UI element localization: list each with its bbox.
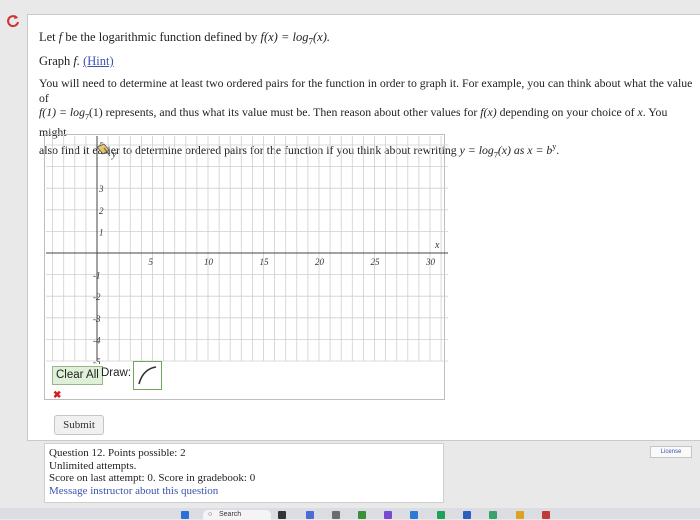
reload-icon[interactable] — [6, 14, 20, 28]
tick-label: -2 — [93, 292, 101, 302]
tick-label: 2 — [99, 206, 104, 216]
math-text: f(x) = log — [260, 30, 309, 44]
hint-link[interactable]: (Hint) — [83, 54, 114, 68]
tick-label: 5 — [149, 257, 154, 267]
tick-label: -4 — [93, 335, 101, 345]
draw-label: Draw: — [101, 367, 132, 379]
app-icon[interactable] — [358, 511, 366, 519]
text: (1) represents, and thus what its value … — [88, 105, 481, 120]
text: f. — [73, 54, 80, 68]
submit-button[interactable]: Submit — [54, 415, 104, 435]
tick-label: -1 — [93, 271, 101, 281]
app-icon[interactable] — [437, 511, 445, 519]
text: . — [556, 142, 560, 157]
math-text: f(x) — [480, 105, 497, 120]
app-icon[interactable] — [516, 511, 524, 519]
math-text: (x). — [313, 30, 331, 44]
problem-statement: Let f be the logarithmic function define… — [39, 30, 330, 47]
grid-lines — [46, 136, 448, 362]
clear-all-button[interactable]: Clear All — [52, 366, 103, 385]
y-axis-label: y — [111, 149, 117, 160]
question-info-box: Question 12. Points possible: 2 Unlimite… — [44, 443, 444, 503]
license-button[interactable]: License — [650, 446, 692, 458]
x-axis-label: x — [434, 240, 440, 251]
app-icon[interactable] — [384, 511, 392, 519]
windows-start-icon[interactable] — [181, 511, 189, 519]
app-icon[interactable] — [463, 511, 471, 519]
text: be the logarithmic function defined by — [62, 30, 261, 44]
curve-tool-icon — [138, 366, 157, 385]
tick-label: 1 — [99, 227, 104, 237]
tick-label: 30 — [425, 257, 436, 267]
tick-label: 15 — [260, 257, 270, 267]
graph-instruction: Graph f. (Hint) — [39, 54, 114, 69]
taskbar — [0, 508, 700, 519]
message-instructor-link[interactable]: Message instructor about this question — [49, 485, 218, 497]
app-icon[interactable] — [306, 511, 314, 519]
app-icon[interactable] — [278, 511, 286, 519]
math-text: f(1) = log — [39, 105, 85, 120]
tick-label: 25 — [371, 257, 381, 267]
attempts-text: Unlimited attempts. — [49, 459, 137, 472]
draw-tool-button[interactable] — [133, 361, 162, 390]
tick-label: 20 — [315, 257, 325, 267]
tick-label: -5 — [93, 357, 101, 364]
tick-label: -3 — [93, 314, 101, 324]
text: Let — [39, 30, 59, 44]
score-text: Score on last attempt: 0. Score in grade… — [49, 472, 256, 484]
math-text: y = log — [459, 142, 494, 157]
text: Graph — [39, 54, 74, 68]
app-icon[interactable] — [332, 511, 340, 519]
text: depending on your choice of — [496, 105, 638, 120]
tick-label: 3 — [98, 184, 104, 194]
app-icon[interactable] — [489, 511, 497, 519]
math-text: (x) as x = b — [497, 142, 553, 157]
app-icon[interactable] — [542, 511, 550, 519]
text: You will need to determine at least two … — [39, 76, 693, 105]
app-icon[interactable] — [410, 511, 418, 519]
search-label: Search — [219, 511, 242, 518]
error-mark-icon: ✖ — [53, 390, 62, 401]
question-title: Question 12. Points possible: 2 — [49, 447, 186, 459]
graph-canvas[interactable]: -5510152025305321-1-2-3-4-5 x y — [46, 136, 448, 364]
tick-label: 10 — [204, 257, 214, 267]
